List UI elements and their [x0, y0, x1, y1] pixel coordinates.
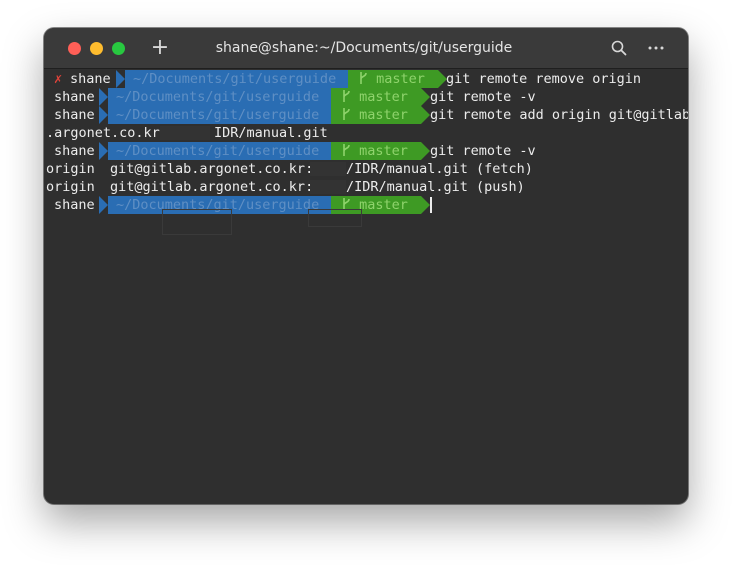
remote-path: /IDR/manual.git (fetch) — [346, 161, 533, 177]
more-options-icon[interactable] — [644, 39, 668, 57]
command-text: git remote remove origin — [446, 71, 642, 87]
segment-separator — [421, 106, 430, 124]
command-text: git remote add origin git@gitlab — [430, 107, 688, 123]
prompt-branch: master — [331, 106, 421, 124]
remote-host: git@gitlab.argonet.co.kr: — [110, 161, 314, 177]
prompt-branch: master — [331, 88, 421, 106]
git-branch-icon — [343, 144, 350, 156]
segment-separator — [421, 196, 430, 214]
segment-separator — [99, 88, 108, 106]
git-branch-icon — [360, 72, 367, 84]
segment-separator — [99, 196, 108, 214]
prompt-user: shane — [70, 70, 116, 88]
prompt-branch: master — [348, 70, 438, 88]
redacted-text — [310, 162, 346, 176]
output-line: origin git@gitlab.argonet.co.kr: /IDR/ma… — [44, 160, 688, 178]
remote-name: origin — [46, 161, 95, 177]
git-branch-icon — [343, 90, 350, 102]
prompt-branch: master — [331, 142, 421, 160]
output-line: origin git@gitlab.argonet.co.kr: /IDR/ma… — [44, 178, 688, 196]
redacted-text — [310, 180, 346, 194]
window-title: shane@shane:~/Documents/git/userguide — [215, 40, 513, 56]
title-bar: + shane@shane:~/Documents/git/userguide — [44, 28, 688, 69]
residual-artifact — [308, 209, 362, 227]
remote-name: origin — [46, 179, 95, 195]
command-text: IDR/manual.git — [214, 125, 328, 141]
error-mark: ✗ — [54, 71, 63, 87]
wrapped-line: .argonet.co.kr IDR/manual.git — [44, 124, 688, 142]
command-text: .argonet.co.kr — [46, 125, 160, 141]
segment-separator — [99, 142, 108, 160]
text-cursor — [430, 197, 432, 213]
segment-separator — [116, 70, 125, 88]
prompt-line: shane ~/Documents/git/userguide master g… — [44, 106, 688, 124]
minimize-window-button[interactable] — [90, 42, 103, 55]
terminal-output[interactable]: ✗ shane ~/Documents/git/userguide master… — [44, 69, 688, 504]
terminal-window: + shane@shane:~/Documents/git/userguide … — [44, 28, 688, 504]
segment-separator — [99, 106, 108, 124]
git-branch-icon — [343, 108, 350, 120]
segment-separator — [421, 88, 430, 106]
maximize-window-button[interactable] — [112, 42, 125, 55]
command-text: git remote -v — [430, 143, 536, 159]
prompt-line: shane ~/Documents/git/userguide master g… — [44, 142, 688, 160]
remote-path: /IDR/manual.git (push) — [346, 179, 525, 195]
remote-host: git@gitlab.argonet.co.kr: — [110, 179, 314, 195]
prompt-line: shane ~/Documents/git/userguide master g… — [44, 88, 688, 106]
prompt-path: ~/Documents/git/userguide — [108, 88, 331, 106]
segment-separator — [421, 142, 430, 160]
command-text: git remote -v — [430, 89, 536, 105]
prompt-path: ~/Documents/git/userguide — [125, 70, 348, 88]
prompt-line: ✗ shane ~/Documents/git/userguide master… — [44, 70, 688, 88]
close-window-button[interactable] — [68, 42, 81, 55]
prompt-path: ~/Documents/git/userguide — [108, 106, 331, 124]
new-tab-button[interactable]: + — [148, 35, 172, 61]
search-icon[interactable] — [610, 39, 628, 57]
prompt-path: ~/Documents/git/userguide — [108, 142, 331, 160]
redacted-text — [160, 126, 210, 140]
prompt-line: shane ~/Documents/git/userguide master — [44, 196, 688, 214]
residual-artifact — [162, 209, 232, 235]
